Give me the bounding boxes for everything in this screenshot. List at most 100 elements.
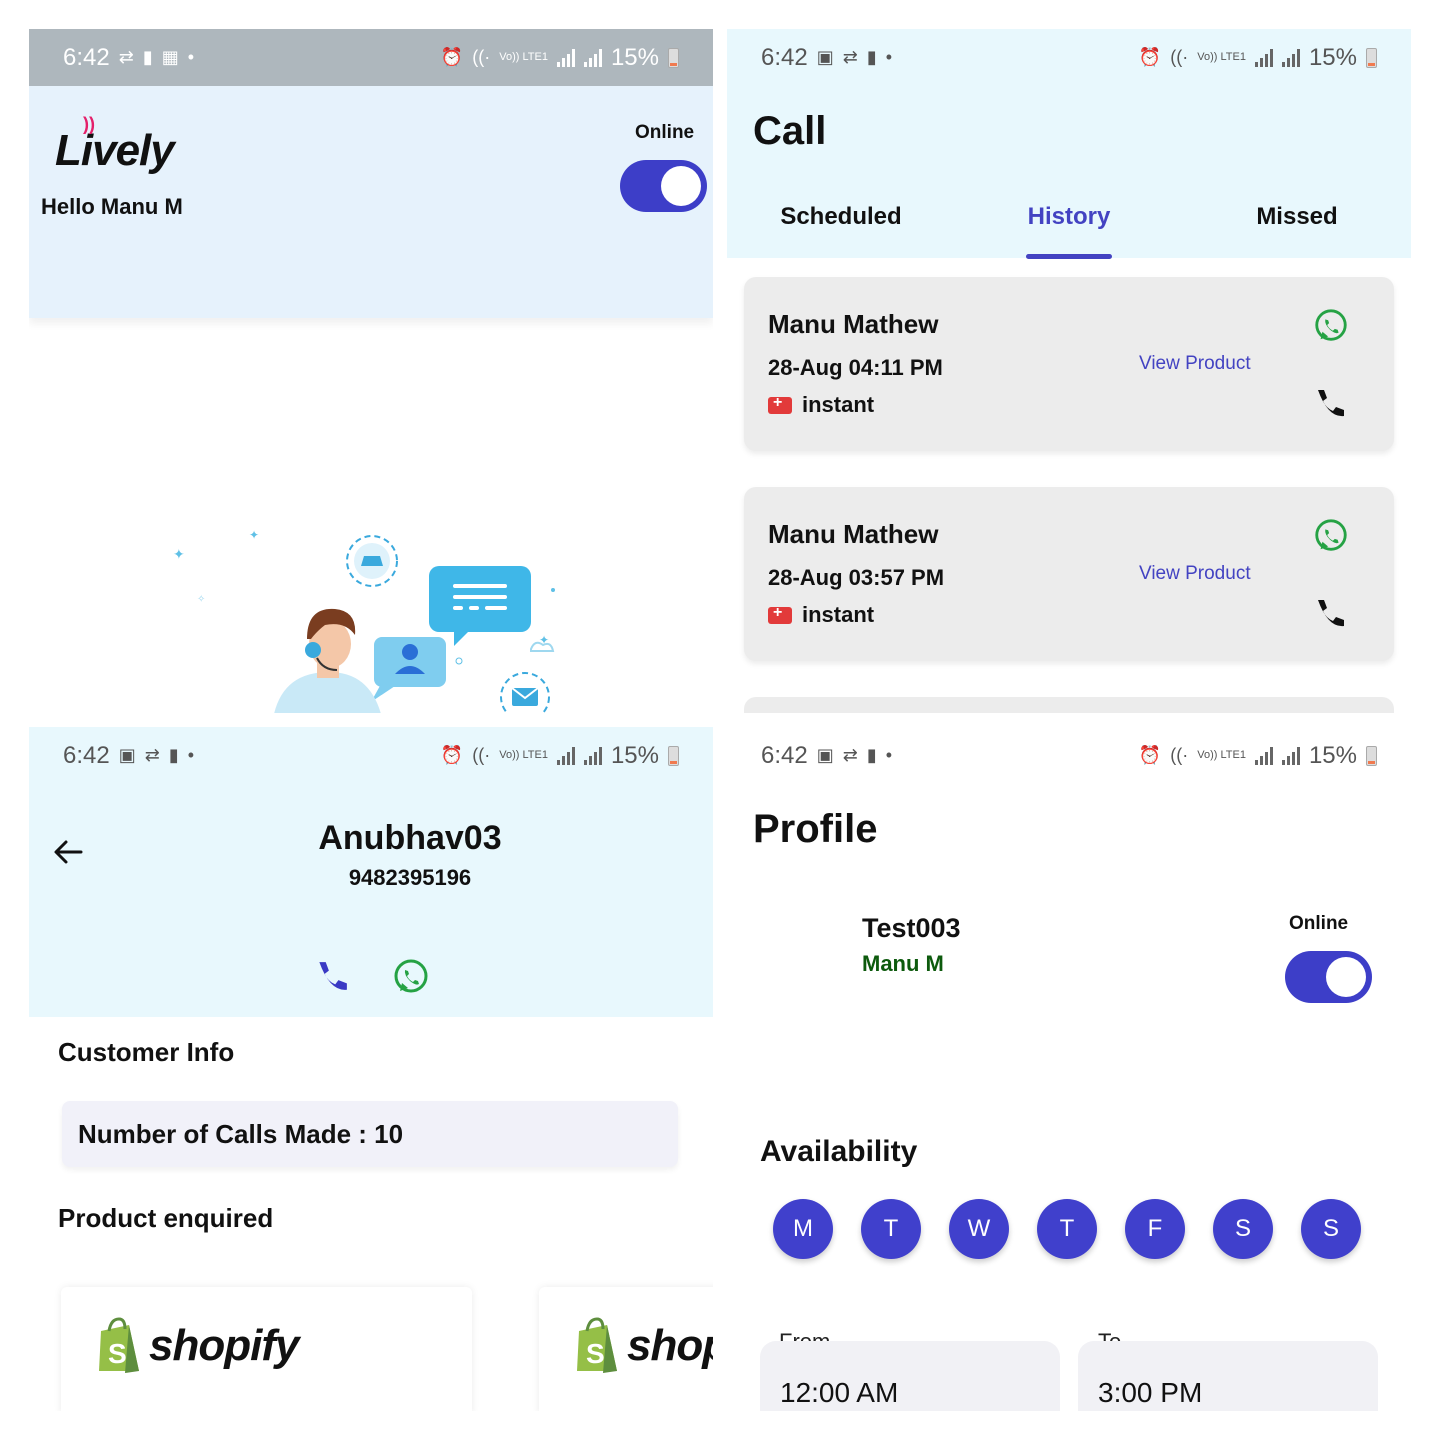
volte-label: Vo)) LTE1 — [499, 749, 548, 761]
battery-icon — [1366, 47, 1377, 68]
phone-icon[interactable] — [1312, 597, 1346, 631]
call-history-item-partial[interactable] — [744, 697, 1394, 713]
status-bar: 6:42 ▣ ⇄ ▮ • ⏰ ((· Vo)) LTE1 15% — [727, 29, 1411, 86]
to-time-field[interactable]: 3:00 PM — [1078, 1341, 1378, 1411]
signal-icon-2 — [1281, 746, 1300, 765]
page-title: Profile — [753, 807, 878, 851]
sparkle-icon: ✧ — [197, 594, 205, 605]
greeting-text: Hello Manu M — [41, 194, 183, 219]
image-icon: ▣ — [118, 745, 136, 765]
day-thursday[interactable]: T — [1037, 1199, 1097, 1259]
customer-info-heading: Customer Info — [58, 1037, 235, 1067]
dot-icon: • — [187, 745, 195, 765]
alert-icon: ▮ — [142, 47, 153, 67]
brand-name: Lively — [55, 126, 175, 175]
signal-icon-2 — [583, 746, 602, 765]
status-time: 6:42 — [63, 741, 110, 769]
signal-icon — [556, 48, 575, 67]
video-call-icon — [768, 604, 792, 624]
online-toggle[interactable] — [1285, 951, 1372, 1003]
image-icon: ▣ — [816, 745, 834, 765]
data-activity-icon: ⇄ — [118, 47, 134, 67]
day-sunday[interactable]: S — [1301, 1199, 1361, 1259]
dot-icon: • — [885, 745, 893, 765]
toggle-knob — [1326, 957, 1366, 997]
volte-label: Vo)) LTE1 — [1197, 51, 1246, 63]
whatsapp-icon[interactable] — [391, 957, 431, 997]
day-saturday[interactable]: S — [1213, 1199, 1273, 1259]
view-product-link[interactable]: View Product — [1139, 563, 1251, 585]
caller-name: Manu Mathew — [768, 519, 939, 549]
online-label: Online — [635, 122, 695, 143]
call-phone-icon[interactable] — [313, 959, 349, 995]
call-type-label: instant — [802, 392, 875, 417]
availability-heading: Availability — [760, 1135, 918, 1168]
alarm-icon: ⏰ — [1138, 745, 1162, 765]
dot-icon: • — [187, 47, 195, 67]
day-monday[interactable]: M — [773, 1199, 833, 1259]
alert-icon: ▮ — [866, 745, 877, 765]
status-bar: 6:42 ▣ ⇄ ▮ • ⏰ ((· Vo)) LTE1 15% — [727, 727, 1411, 784]
battery-icon — [1366, 745, 1377, 766]
status-time: 6:42 — [63, 43, 110, 71]
profile-display-name: Manu M — [862, 951, 944, 976]
product-card[interactable]: S shopify — [61, 1287, 472, 1411]
battery-percent: 15% — [610, 43, 659, 71]
customer-screen: 6:42 ▣ ⇄ ▮ • ⏰ ((· Vo)) LTE1 15% Anubhav… — [29, 727, 713, 1411]
shopify-bag-icon: S — [577, 1317, 617, 1373]
product-card[interactable]: S shop — [539, 1287, 713, 1411]
online-toggle[interactable] — [620, 160, 707, 212]
wifi-icon: ((· — [472, 745, 491, 765]
call-header: 6:42 ▣ ⇄ ▮ • ⏰ ((· Vo)) LTE1 15% Call Sc… — [727, 29, 1411, 258]
online-label: Online — [1289, 913, 1349, 934]
call-datetime: 28-Aug 04:11 PM — [768, 355, 943, 380]
shopify-logo: S shopify — [95, 1317, 299, 1375]
call-datetime: 28-Aug 03:57 PM — [768, 565, 945, 590]
brand-logo: )) Lively — [55, 114, 175, 176]
alarm-icon: ⏰ — [440, 47, 464, 67]
profile-screen: 6:42 ▣ ⇄ ▮ • ⏰ ((· Vo)) LTE1 15% Profile… — [727, 727, 1411, 1411]
whatsapp-icon[interactable] — [1312, 307, 1350, 345]
whatsapp-icon[interactable] — [1312, 517, 1350, 555]
status-bar: 6:42 ⇄ ▮ ▦ • ⏰ ((· Vo)) LTE1 15% — [29, 29, 713, 86]
signal-icon — [556, 746, 575, 765]
sparkle-icon: ✦ — [249, 528, 259, 542]
from-time-field[interactable]: 12:00 AM — [760, 1341, 1060, 1411]
svg-text:S: S — [108, 1338, 127, 1369]
call-history-item[interactable]: Manu Mathew 28-Aug 04:11 PM instant View… — [744, 277, 1394, 451]
product-brand: shop — [627, 1321, 713, 1370]
call-history-item[interactable]: Manu Mathew 28-Aug 03:57 PM instant View… — [744, 487, 1394, 661]
day-wednesday[interactable]: W — [949, 1199, 1009, 1259]
view-product-link[interactable]: View Product — [1139, 353, 1251, 375]
tab-missed[interactable]: Missed — [1183, 189, 1411, 259]
tab-scheduled[interactable]: Scheduled — [727, 189, 955, 259]
customer-phone: 9482395196 — [348, 865, 472, 890]
support-illustration: ✦ ✦ ✧ ✦ — [173, 528, 555, 713]
dot-icon: • — [885, 47, 893, 67]
svg-text:S: S — [586, 1338, 605, 1369]
call-type-label: instant — [802, 602, 875, 627]
page-title: Call — [753, 109, 827, 153]
product-brand: shopify — [149, 1321, 299, 1370]
battery-percent: 15% — [1308, 741, 1357, 769]
toggle-knob — [661, 166, 701, 206]
battery-percent: 15% — [610, 741, 659, 769]
profile-username: Test003 — [862, 913, 961, 943]
product-enquired-heading: Product enquired — [58, 1203, 274, 1233]
phone-icon[interactable] — [1312, 387, 1346, 421]
call-tabs: Scheduled History Missed — [727, 189, 1411, 259]
wifi-icon: ((· — [1170, 47, 1189, 67]
alert-icon: ▮ — [168, 745, 179, 765]
day-friday[interactable]: F — [1125, 1199, 1185, 1259]
status-time: 6:42 — [761, 741, 808, 769]
customer-name: Anubhav03 — [318, 819, 502, 857]
signal-icon — [1254, 746, 1273, 765]
tab-history[interactable]: History — [955, 189, 1183, 259]
signal-brand-icon: )) — [83, 114, 95, 134]
signal-icon-2 — [1281, 48, 1300, 67]
wifi-icon: ((· — [1170, 745, 1189, 765]
alarm-icon: ⏰ — [440, 745, 464, 765]
call-screen: 6:42 ▣ ⇄ ▮ • ⏰ ((· Vo)) LTE1 15% Call Sc… — [727, 29, 1411, 713]
home-screen: 6:42 ⇄ ▮ ▦ • ⏰ ((· Vo)) LTE1 15% )) Live… — [29, 29, 713, 713]
day-tuesday[interactable]: T — [861, 1199, 921, 1259]
